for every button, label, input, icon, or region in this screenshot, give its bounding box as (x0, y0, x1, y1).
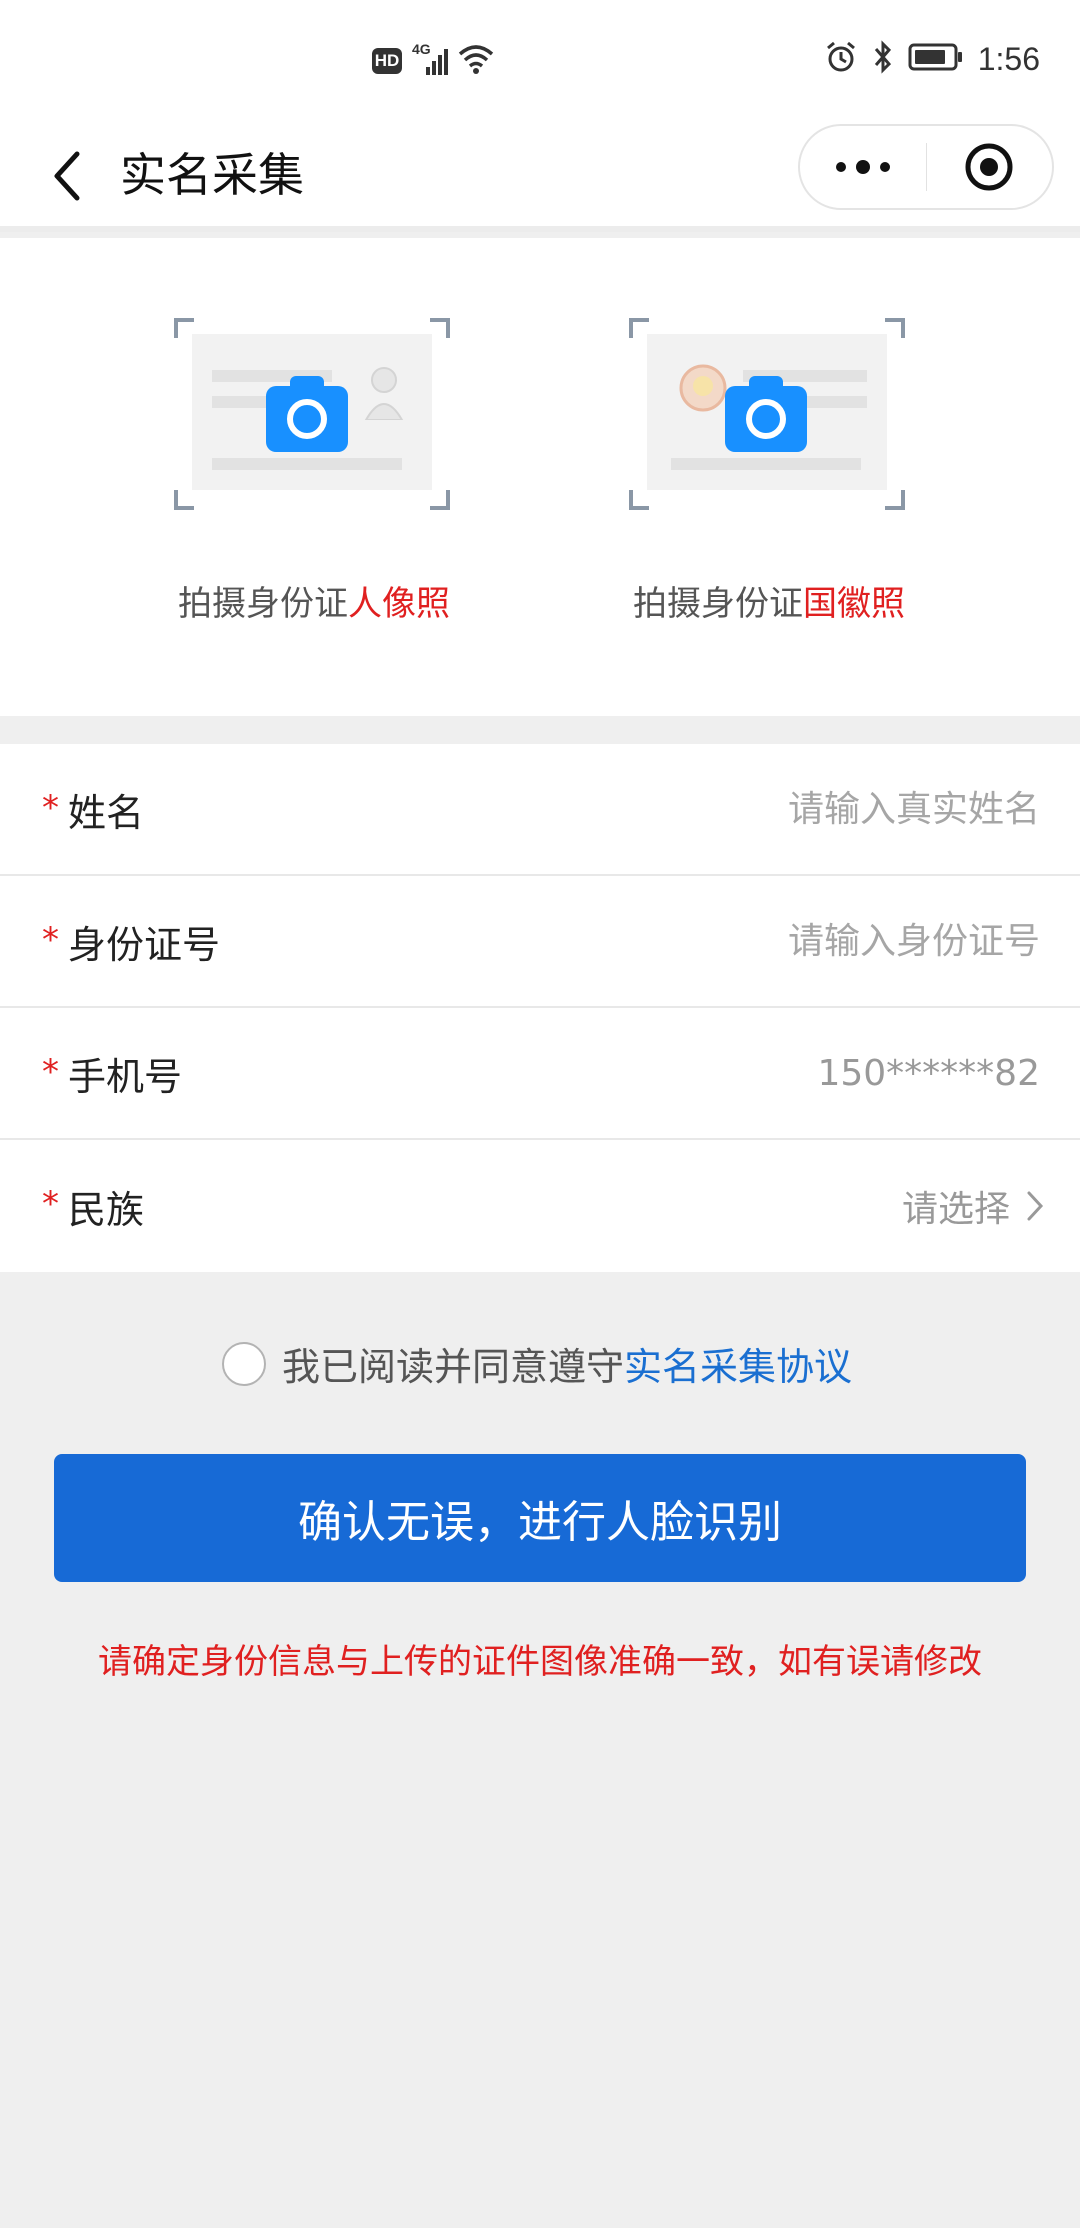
form-row-phone: * 手机号 (0, 1008, 1080, 1140)
upload-front-label-prefix: 拍摄身份证 (178, 584, 348, 624)
battery-icon (908, 42, 964, 76)
warning-text: 请确定身份信息与上传的证件图像准确一致，如有误请修改 (98, 1642, 982, 1682)
agreement-text: 我已阅读并同意遵守 (282, 1345, 625, 1389)
id-front-placeholder (192, 334, 432, 490)
miniprogram-capsule (798, 124, 1054, 210)
status-time: 1:56 (977, 40, 1040, 77)
id-number-input[interactable] (540, 911, 1040, 971)
id-number-label: 身份证号 (68, 922, 221, 967)
target-circle-icon (965, 143, 1013, 191)
chevron-right-icon (1027, 1191, 1044, 1221)
upload-front-label: 拍摄身份证人像照 (174, 576, 454, 625)
id-card-frame[interactable] (174, 318, 450, 510)
chevron-left-icon (54, 151, 80, 201)
confirm-face-recognition-button[interactable]: 确认无误，进行人脸识别 (54, 1454, 1026, 1582)
agreement-link[interactable]: 实名采集协议 (624, 1336, 852, 1391)
more-dots-icon (835, 160, 890, 174)
ethnicity-select-value[interactable]: 请选择 (902, 1180, 1010, 1232)
name-label: 姓名 (68, 790, 145, 835)
id-back-placeholder (647, 334, 887, 490)
upload-back-label-highlight: 国徽照 (803, 584, 905, 624)
wifi-icon (458, 44, 494, 78)
status-right-group: 1:56 (824, 40, 1040, 78)
portrait-icon (364, 367, 404, 420)
upload-front-label-highlight: 人像照 (348, 584, 450, 624)
page-title: 实名采集 (120, 148, 304, 202)
ethnicity-label: 民族 (68, 1187, 145, 1232)
upload-id-front[interactable]: 拍摄身份证人像照 (174, 318, 454, 625)
agreement-row: 我已阅读并同意遵守 实名采集协议 (222, 1336, 852, 1391)
status-bar: HD 4G 1:56 (0, 0, 1080, 120)
cell-signal-icon: 4G (412, 41, 448, 77)
upload-back-label: 拍摄身份证国徽照 (629, 576, 909, 625)
required-mark: * (42, 1052, 59, 1092)
identity-form: * 姓名 * 身份证号 * 手机号 * 民族 请选择 (0, 744, 1080, 1272)
alarm-icon (824, 40, 858, 78)
id-upload-section: 拍摄身份证人像照 拍摄身份证国徽照 (0, 238, 1080, 716)
phone-label: 手机号 (68, 1054, 183, 1099)
hd-badge: HD (372, 48, 402, 74)
upload-id-back[interactable]: 拍摄身份证国徽照 (629, 318, 909, 625)
required-mark: * (42, 788, 59, 828)
status-network-group: HD 4G (372, 41, 494, 78)
required-mark: * (42, 1184, 59, 1224)
camera-icon (266, 376, 348, 452)
required-mark: * (42, 920, 59, 960)
form-row-ethnicity[interactable]: * 民族 请选择 (0, 1140, 1080, 1272)
back-button[interactable] (36, 144, 96, 208)
bluetooth-icon (872, 40, 894, 78)
national-emblem-icon (679, 364, 727, 412)
agreement-radio[interactable] (222, 1341, 266, 1386)
form-row-id-number: * 身份证号 (0, 876, 1080, 1008)
nav-bar: 实名采集 (0, 120, 1080, 232)
form-row-name: * 姓名 (0, 744, 1080, 876)
upload-back-label-prefix: 拍摄身份证 (633, 584, 803, 624)
close-miniprogram-button[interactable] (926, 126, 1052, 208)
phone-input[interactable] (540, 1043, 1040, 1103)
camera-icon (725, 376, 807, 452)
id-card-frame[interactable] (629, 318, 905, 510)
name-input[interactable] (540, 779, 1040, 839)
more-button[interactable] (800, 126, 926, 208)
